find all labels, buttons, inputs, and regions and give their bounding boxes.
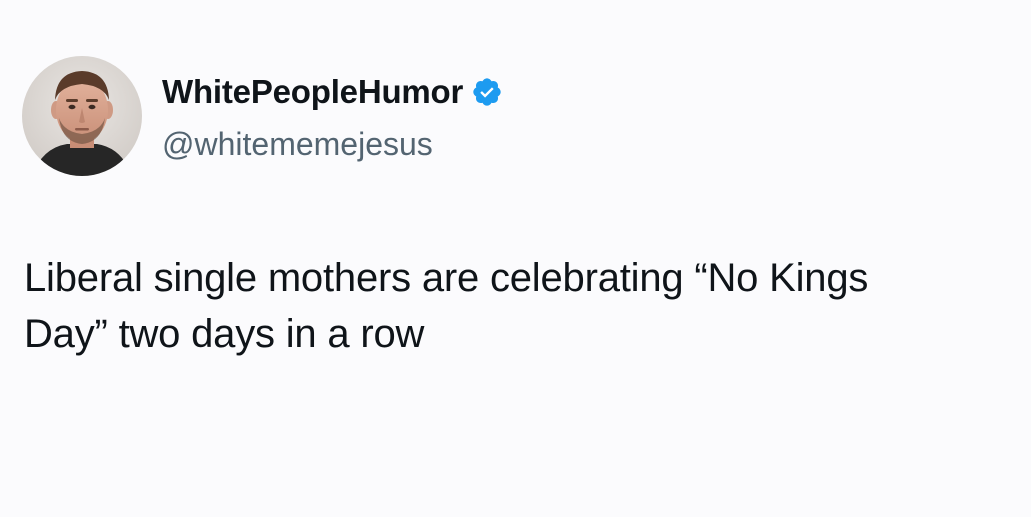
tweet-text-line: Liberal single mothers are celebrating “… [24, 256, 869, 300]
verified-badge-icon [471, 76, 503, 108]
tweet-text: Liberal single mothers are celebrating “… [24, 250, 1014, 362]
display-name[interactable]: WhitePeopleHumor [162, 70, 463, 114]
user-info: WhitePeopleHumor @whitememejesus [162, 70, 503, 166]
user-handle[interactable]: @whitememejesus [162, 122, 503, 166]
tweet-card: WhitePeopleHumor @whitememejesus Liberal… [0, 0, 1031, 517]
tweet-text-line: Day” two days in a row [24, 312, 425, 356]
profile-photo [22, 56, 142, 176]
avatar[interactable] [22, 56, 142, 176]
name-row: WhitePeopleHumor [162, 70, 503, 114]
